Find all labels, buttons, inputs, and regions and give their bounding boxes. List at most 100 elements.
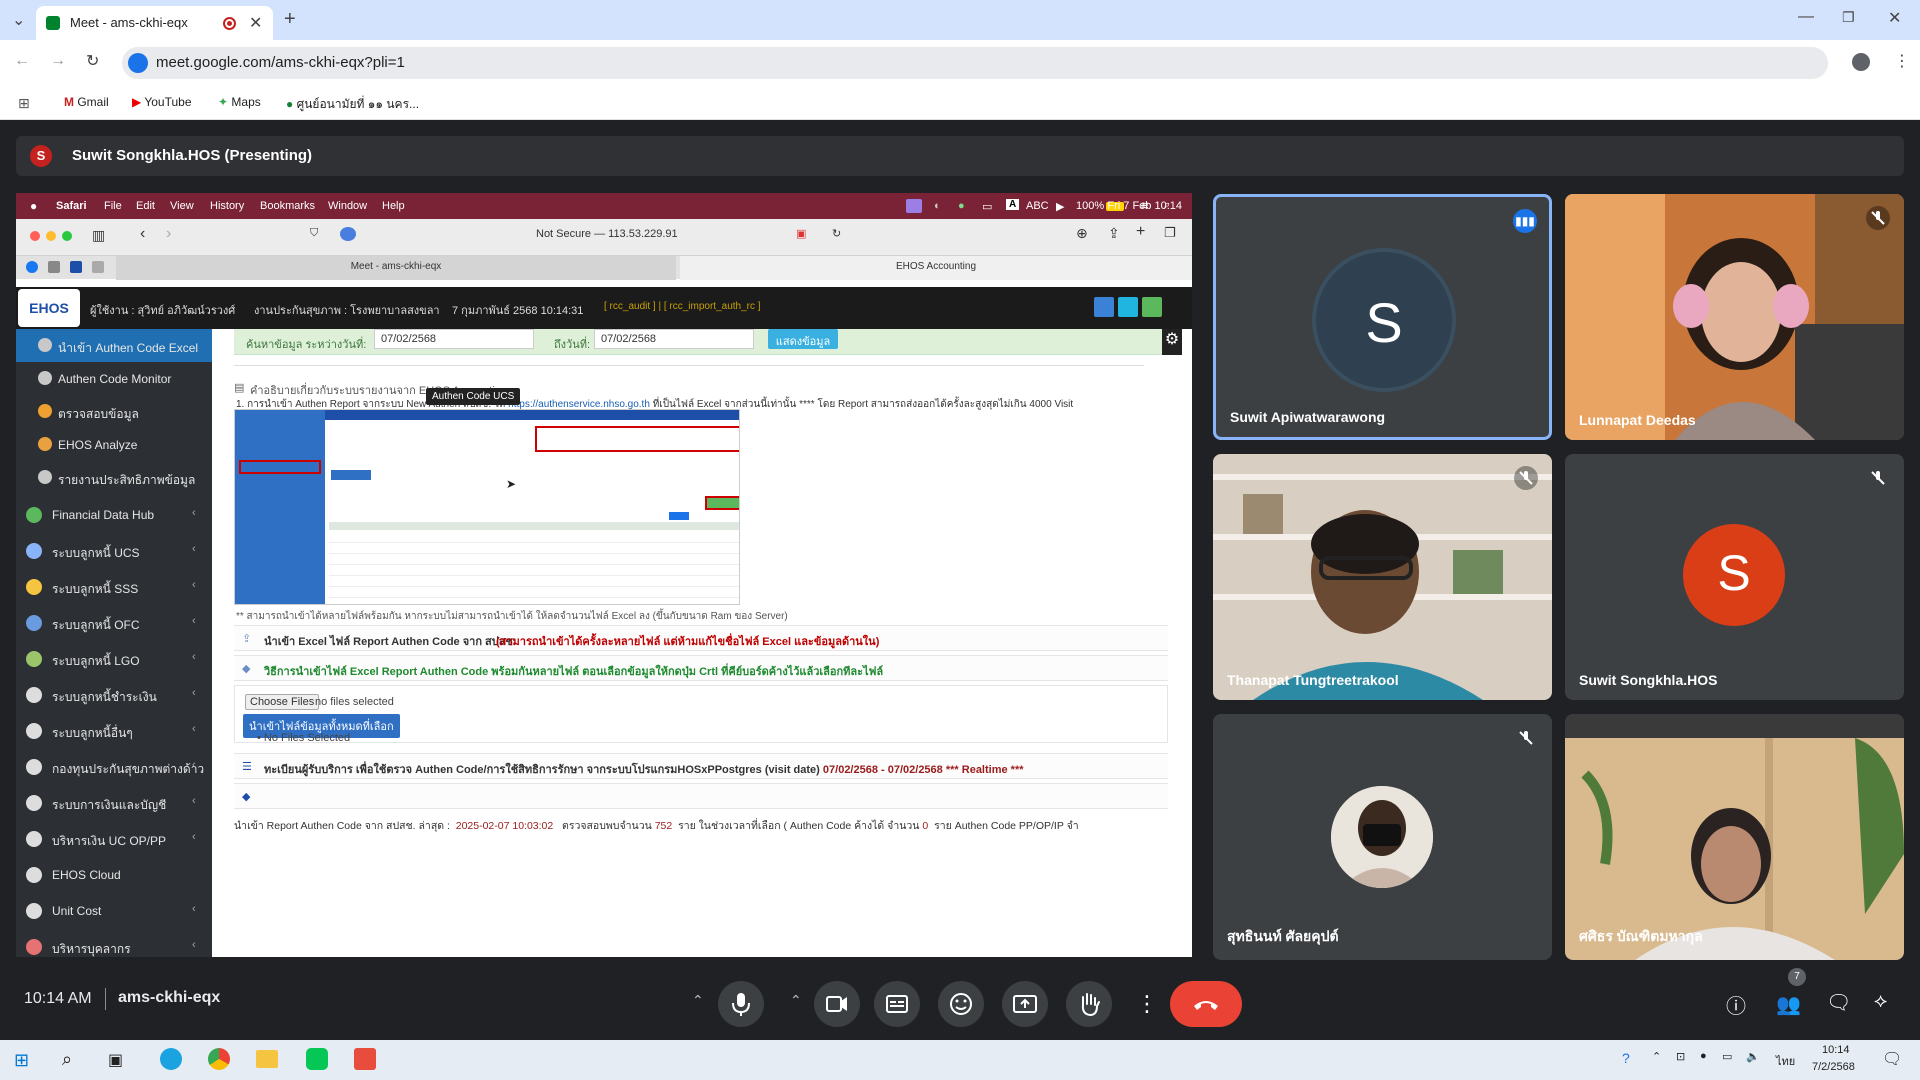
tile-lunnapat-deedas[interactable]: Lunnapat Deedas [1565, 194, 1904, 440]
sidebar-sub-check-data: ตรวจสอบข้อมูล [16, 395, 212, 428]
tile-suthinon[interactable]: สุทธินนท์ ศัลยคุปต์ [1213, 714, 1552, 960]
upload-icon: ⇪ [242, 633, 252, 645]
safari-tab-bar: Meet - ams-ckhi-eqx EHOS Accounting [16, 255, 1192, 280]
forward-icon[interactable]: → [50, 52, 66, 70]
activities-icon[interactable]: ⟡ [1874, 990, 1887, 1013]
sidebar-item-payment: ระบบลูกหนี้ชำระเงิน ‹ [16, 677, 212, 713]
date-from-label: ค้นหาข้อมูล ระหว่างวันที่: [246, 339, 367, 351]
registry-row: ☰ ทะเบียนผู้รับบริการ เพื่อใช้ตรวจ Authe… [234, 753, 1168, 779]
divider [234, 365, 1144, 366]
more-options-icon: ⋮ [1136, 991, 1158, 1016]
tile-thanapat-tungtreetrakool[interactable]: Thanapat Tungtreetrakool [1213, 454, 1552, 700]
restore-icon[interactable]: ❐ [1842, 9, 1855, 26]
display-icon: ▭ [982, 201, 993, 213]
ehos-menu-button [1094, 297, 1114, 317]
divider [105, 988, 106, 1010]
safari-tab-meet: Meet - ams-ckhi-eqx [116, 256, 676, 280]
presenting-bar: S Suwit Songkhla.HOS (Presenting) [16, 136, 1904, 176]
bookmark-maps[interactable]: ✦ Maps [218, 95, 261, 109]
windows-taskbar: ⊞ ⌕ ▣ ? ⌃ ⊡ ● ▭ 🔈 ไทย 10:14 7/2/2568 🗨 [0, 1040, 1920, 1080]
safari-back-icon: ‹ [140, 225, 146, 242]
task-view-icon[interactable]: ▣ [108, 1050, 123, 1070]
close-window-icon[interactable]: ✕ [1888, 8, 1901, 28]
bookmark-health-center[interactable]: ● ศูนย์อนามัยที่ ๑๑ นคร... [286, 95, 419, 114]
safari-sidebar-icon: ▥ [92, 227, 106, 243]
taskbar-search-icon[interactable]: ⌕ [62, 1049, 72, 1070]
address-bar[interactable]: meet.google.com/ams-ckhi-eqx?pli=1 [122, 47, 1828, 79]
audio-options-chevron-icon[interactable]: ⌃ [692, 992, 704, 1009]
payment-icon [26, 687, 42, 703]
site-info-icon[interactable] [128, 53, 148, 73]
clock-time: 10:14 [1822, 1044, 1850, 1056]
edge-icon[interactable] [160, 1048, 182, 1070]
new-tab-icon[interactable]: + [284, 8, 296, 31]
tab-overview-icon: ❐ [1164, 225, 1176, 240]
menu-kebab-icon[interactable]: ⋮ [1894, 51, 1910, 71]
tag-row: ◆ [234, 783, 1168, 809]
captions-button[interactable] [874, 981, 920, 1027]
ehos-datetime: 7 กุมภาพันธ์ 2568 10:14:31 [452, 305, 584, 317]
captions-icon [886, 995, 908, 1013]
no-files-selected-text: • No Files Selected [257, 732, 351, 744]
tooltip: Authen Code UCS [426, 388, 521, 405]
leave-call-button[interactable] [1170, 981, 1242, 1027]
bookmark-youtube[interactable]: ▶ YouTube [132, 95, 192, 109]
presentation-app-icon[interactable] [354, 1048, 376, 1070]
raise-hand-button[interactable] [1066, 981, 1112, 1027]
notifications-icon[interactable]: 🗨 [1882, 1049, 1902, 1069]
tile-sasithorn[interactable]: ศศิธร บัณฑิตมหากุล [1565, 714, 1904, 960]
file-explorer-icon[interactable] [256, 1050, 278, 1068]
tray-chevron-icon[interactable]: ⌃ [1652, 1050, 1661, 1063]
bookmark-gmail[interactable]: M Gmail [64, 95, 109, 109]
video-options-chevron-icon[interactable]: ⌃ [790, 992, 802, 1009]
tab-search-icon[interactable]: ⌄ [12, 10, 25, 30]
ucs-icon [26, 543, 42, 559]
ehos-logo: EHOS [18, 289, 80, 327]
emoji-reaction-button[interactable] [938, 981, 984, 1027]
mac-close-icon [30, 231, 40, 241]
line-app-icon[interactable] [306, 1048, 328, 1070]
date-to-label: ถึงวันที่: [554, 339, 591, 351]
more-options-button[interactable]: ⋮ [1130, 981, 1158, 1027]
back-icon[interactable]: ← [14, 52, 30, 70]
reload-icon[interactable]: ↻ [86, 51, 99, 71]
browser-tab[interactable]: Meet - ams-ckhi-eqx ✕ [36, 6, 273, 40]
chat-icon[interactable]: 🗨 [1826, 990, 1851, 1015]
sidebar-sub-authen-monitor: Authen Code Monitor [16, 362, 212, 395]
microphone-button[interactable] [718, 981, 764, 1027]
show-data-button: แสดงข้อมูล [768, 329, 838, 349]
volume-icon[interactable]: 🔈 [1746, 1050, 1760, 1063]
camera-button[interactable] [814, 981, 860, 1027]
tile-suwit-songkhla[interactable]: S Suwit Songkhla.HOS [1565, 454, 1904, 700]
sidebar-item-financial-data-hub: Financial Data Hub ‹ [16, 497, 212, 533]
report-icon [38, 470, 52, 484]
windows-start-icon[interactable]: ⊞ [14, 1050, 29, 1071]
mac-menu-safari: Safari [56, 200, 87, 212]
app-small-icon [70, 261, 82, 273]
help-icon[interactable]: ? [1622, 1050, 1630, 1066]
shared-screen: ● Safari File Edit View History Bookmark… [16, 193, 1192, 957]
sidebar-sub-performance-report: รายงานประสิทธิภาพข้อมูล [16, 461, 212, 494]
import-row: ⇪ นำเข้า Excel ไฟล์ Report Authen Code จ… [234, 625, 1168, 651]
network-icon[interactable]: ⊡ [1676, 1050, 1685, 1063]
language-indicator[interactable]: ไทย [1776, 1052, 1795, 1070]
tile-suwit-apiwatwarawong[interactable]: S ▮▮▮ Suwit Apiwatwarawong [1213, 194, 1552, 440]
apps-grid-icon[interactable]: ⊞ [18, 95, 30, 112]
present-screen-button[interactable] [1002, 981, 1048, 1027]
adblock-icon [340, 227, 356, 241]
sample-table-header [329, 522, 739, 530]
tray-mic-icon[interactable]: ● [1700, 1050, 1707, 1062]
people-icon[interactable]: 👥 [1776, 992, 1801, 1017]
ehos-main: ค้นหาข้อมูล ระหว่างวันที่: 07/02/2568 ถึ… [216, 329, 1182, 957]
tab-strip: ⌄ Meet - ams-ckhi-eqx ✕ + — ❐ ✕ [0, 0, 1920, 40]
close-tab-icon[interactable]: ✕ [249, 13, 262, 33]
playback-icon: ▶ [1056, 201, 1065, 213]
mic-off-icon [1514, 466, 1538, 490]
latest-import-text: นำเข้า Report Authen Code จาก สปสช. ล่าส… [234, 820, 1079, 832]
meeting-details-icon[interactable]: ⓘ [1726, 990, 1746, 1019]
wifi-tray-icon[interactable]: ▭ [1722, 1050, 1732, 1063]
participants-count-badge: 7 [1788, 968, 1806, 986]
minimize-icon[interactable]: — [1798, 8, 1814, 26]
chrome-icon[interactable] [208, 1048, 230, 1070]
profile-icon[interactable] [1852, 53, 1870, 71]
